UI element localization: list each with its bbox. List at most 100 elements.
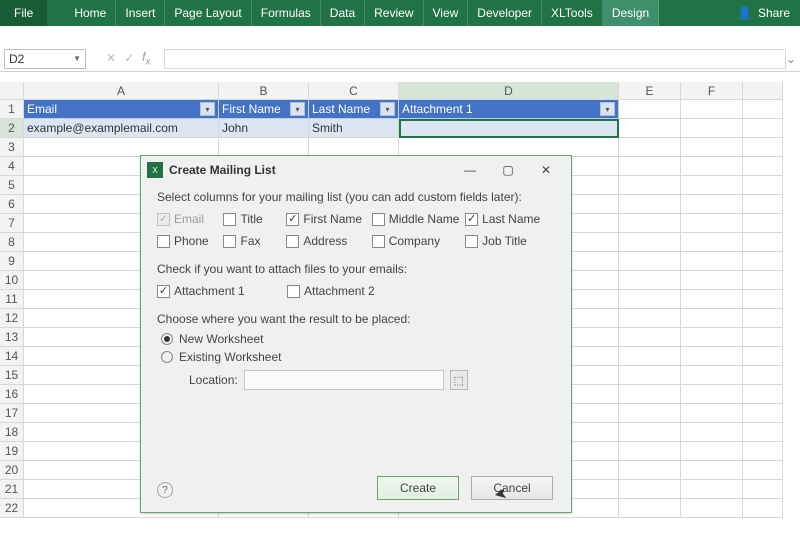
cell[interactable] [681,195,743,214]
cell[interactable] [619,157,681,176]
cell[interactable] [743,176,783,195]
cell[interactable] [619,233,681,252]
cell[interactable] [681,214,743,233]
radio-existing-worksheet[interactable]: Existing Worksheet [161,350,555,364]
cell[interactable] [681,176,743,195]
col-header-f[interactable]: F [681,82,743,100]
row-header-19[interactable]: 19 [0,442,24,461]
cell[interactable] [681,271,743,290]
col-header-g[interactable] [743,82,783,100]
row-header-8[interactable]: 8 [0,233,24,252]
tab-data[interactable]: Data [321,0,365,26]
tab-review[interactable]: Review [365,0,423,26]
row-header-11[interactable]: 11 [0,290,24,309]
row-header-9[interactable]: 9 [0,252,24,271]
col-header-c[interactable]: C [309,82,399,100]
cell[interactable] [619,290,681,309]
cell[interactable] [619,385,681,404]
cell[interactable] [681,461,743,480]
cell[interactable] [743,271,783,290]
cell[interactable] [619,347,681,366]
cell-c2[interactable]: Smith [309,119,399,138]
row-header-7[interactable]: 7 [0,214,24,233]
cell-f2[interactable] [681,119,743,138]
tab-xltools[interactable]: XLTools [542,0,603,26]
cell[interactable] [743,233,783,252]
col-header-e[interactable]: E [619,82,681,100]
cell[interactable] [743,347,783,366]
cell[interactable] [681,366,743,385]
cell[interactable] [743,442,783,461]
share-button[interactable]: 👤 Share [727,0,800,26]
formula-expand-icon[interactable]: ⌄ [786,52,800,66]
help-button[interactable]: ? [157,482,173,498]
cell[interactable] [681,404,743,423]
row-header-22[interactable]: 22 [0,499,24,518]
row-header-2[interactable]: 2 [0,119,24,138]
cell[interactable] [681,157,743,176]
cell[interactable] [681,309,743,328]
cell[interactable] [619,480,681,499]
checkbox-last-name[interactable]: Last Name [465,212,555,226]
cell[interactable] [681,499,743,518]
cell-d2-active[interactable] [399,119,619,138]
table-header-email[interactable]: Email▾ [24,100,219,119]
cell[interactable] [681,328,743,347]
checkbox-address[interactable]: Address [286,234,371,248]
row-header-1[interactable]: 1 [0,100,24,119]
cell[interactable] [619,176,681,195]
cell[interactable] [743,461,783,480]
row-header-13[interactable]: 13 [0,328,24,347]
cell[interactable] [743,328,783,347]
chevron-down-icon[interactable]: ▼ [73,54,81,63]
cell[interactable] [619,404,681,423]
location-input[interactable] [244,370,444,390]
cell[interactable] [743,480,783,499]
cell[interactable] [619,214,681,233]
dialog-titlebar[interactable]: X Create Mailing List — ▢ ✕ [141,156,571,184]
row-header-14[interactable]: 14 [0,347,24,366]
row-header-16[interactable]: 16 [0,385,24,404]
cell[interactable] [743,195,783,214]
row-header-18[interactable]: 18 [0,423,24,442]
checkbox-attachment-1[interactable]: Attachment 1 [157,284,287,298]
cell-a2[interactable]: example@examplemail.com [24,119,219,138]
checkbox-middle-name[interactable]: Middle Name [372,212,465,226]
checkbox-job-title[interactable]: Job Title [465,234,555,248]
cell-e2[interactable] [619,119,681,138]
cell[interactable] [743,423,783,442]
tab-view[interactable]: View [424,0,469,26]
checkbox-title[interactable]: Title [223,212,286,226]
filter-icon[interactable]: ▾ [600,102,615,116]
tab-file[interactable]: File [0,0,47,26]
create-button[interactable]: Create [377,476,459,500]
cell[interactable] [743,404,783,423]
formula-input[interactable] [164,49,786,69]
cell[interactable] [619,195,681,214]
tab-insert[interactable]: Insert [116,0,165,26]
cell[interactable] [743,309,783,328]
filter-icon[interactable]: ▾ [290,102,305,116]
name-box[interactable]: D2 ▼ [4,49,86,69]
row-header-3[interactable]: 3 [0,138,24,157]
row-header-17[interactable]: 17 [0,404,24,423]
row-header-10[interactable]: 10 [0,271,24,290]
col-header-b[interactable]: B [219,82,309,100]
cell-f1[interactable] [681,100,743,119]
filter-icon[interactable]: ▾ [380,102,395,116]
table-header-last-name[interactable]: Last Name▾ [309,100,399,119]
col-header-a[interactable]: A [24,82,219,100]
cell[interactable] [743,138,783,157]
row-header-4[interactable]: 4 [0,157,24,176]
row-header-21[interactable]: 21 [0,480,24,499]
cell[interactable] [743,290,783,309]
cell[interactable] [619,442,681,461]
cell[interactable] [619,271,681,290]
filter-icon[interactable]: ▾ [200,102,215,116]
cell-g2[interactable] [743,119,783,138]
select-all-corner[interactable] [0,82,24,100]
cell[interactable] [681,252,743,271]
row-header-20[interactable]: 20 [0,461,24,480]
cell[interactable] [681,290,743,309]
table-header-attachment1[interactable]: Attachment 1▾ [399,100,619,119]
